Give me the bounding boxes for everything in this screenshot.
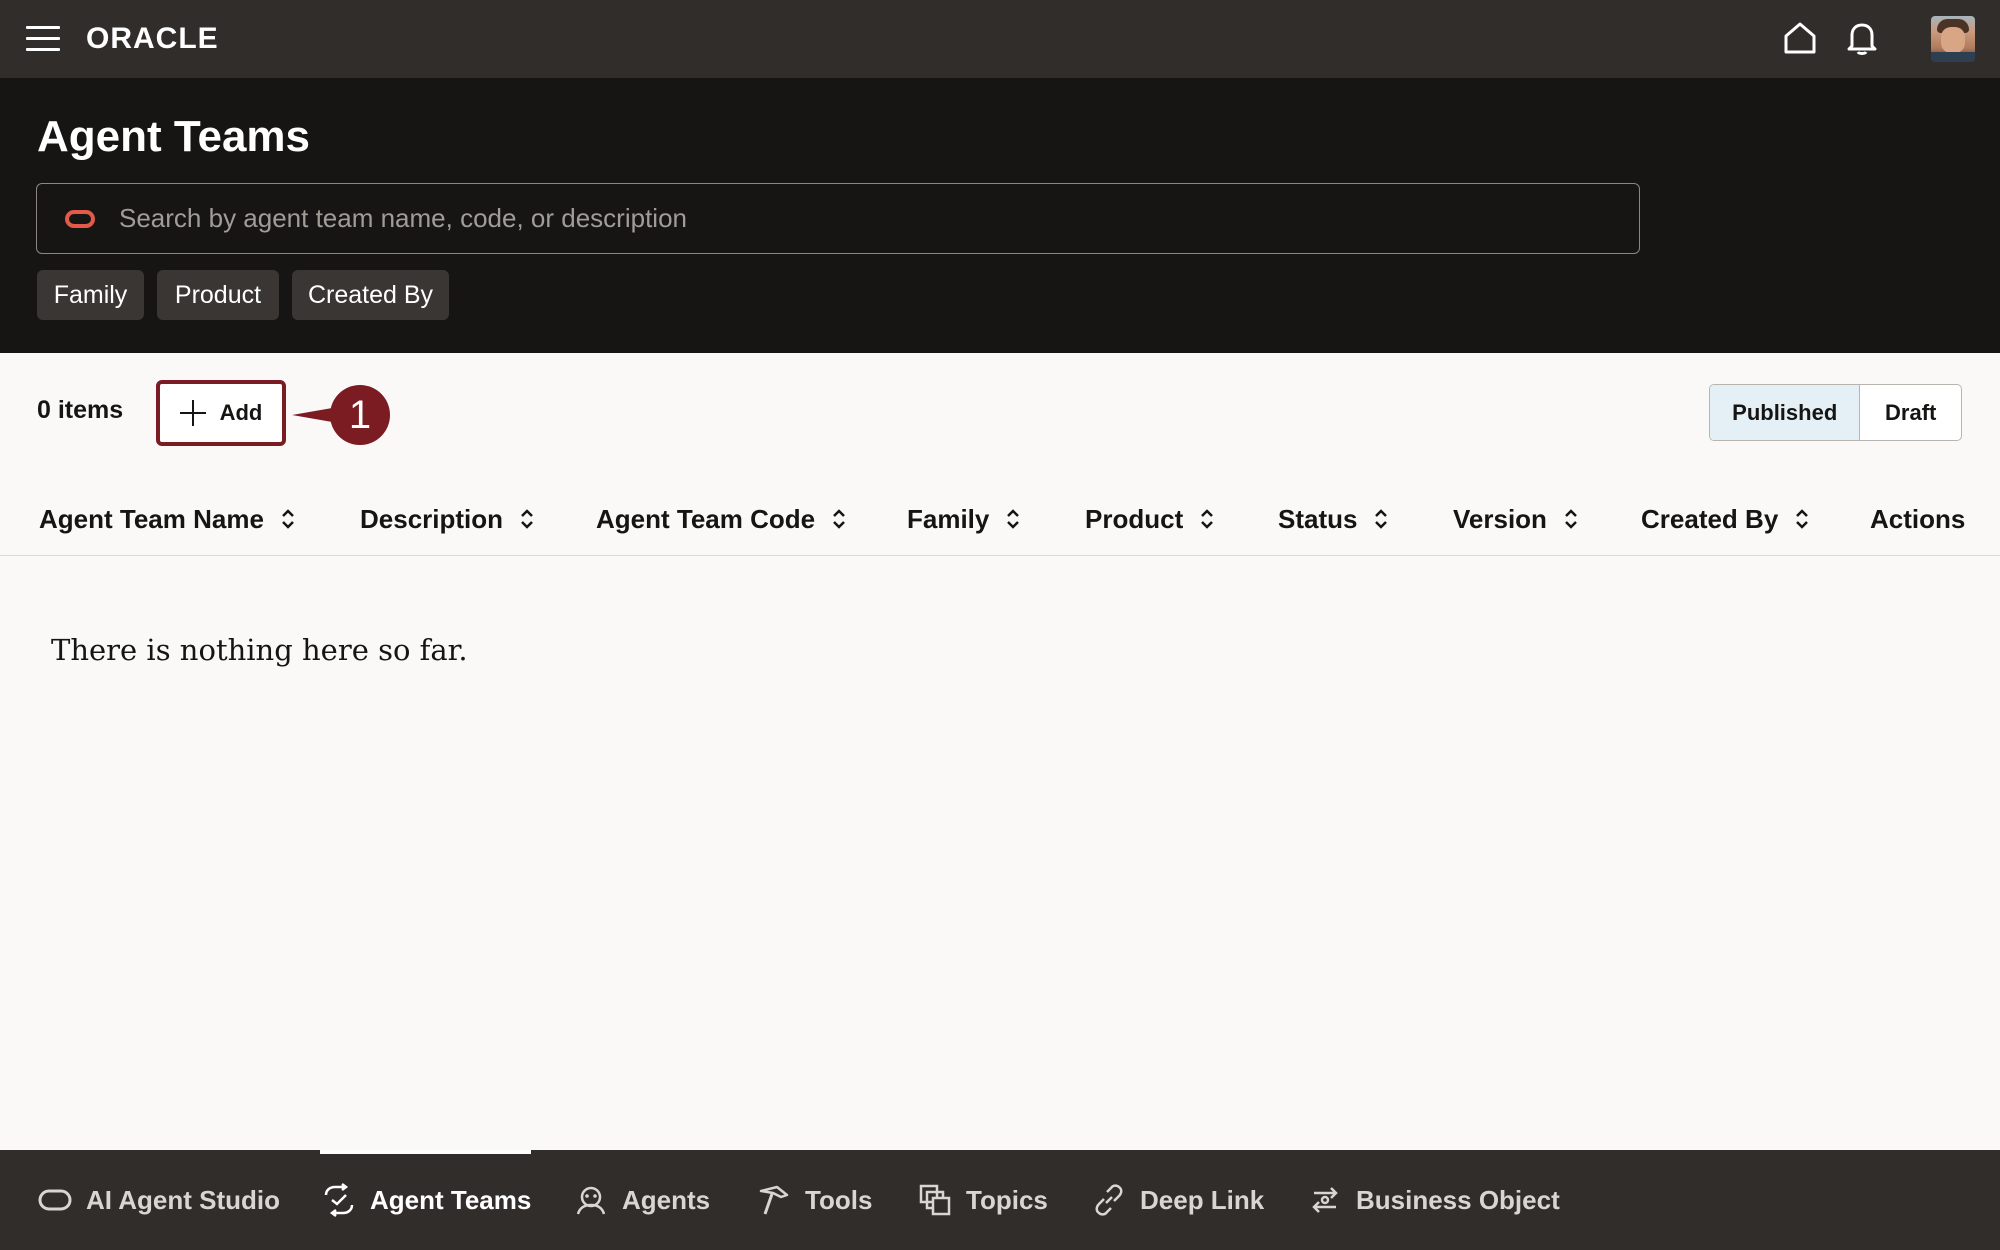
items-count: 0 items: [37, 396, 124, 424]
oracle-o-icon: [38, 1189, 72, 1211]
published-toggle-button[interactable]: Published: [1710, 385, 1861, 440]
hammer-icon: [759, 1185, 789, 1215]
sort-icon: [1007, 509, 1020, 529]
topics-icon: [919, 1184, 951, 1216]
nav-tools[interactable]: Tools: [757, 1150, 872, 1250]
home-icon[interactable]: [1780, 18, 1820, 58]
agent-icon: [576, 1186, 606, 1215]
column-product[interactable]: Product: [1085, 496, 1215, 542]
column-agent-team-code[interactable]: Agent Team Code: [596, 496, 847, 542]
search-input[interactable]: [119, 184, 1619, 253]
nav-topics[interactable]: Topics: [918, 1150, 1048, 1250]
plus-icon: [179, 400, 206, 426]
oracle-logo[interactable]: ORACLE: [86, 22, 219, 56]
sort-icon: [1201, 509, 1214, 529]
bell-icon[interactable]: [1842, 18, 1882, 58]
publish-state-toggle: Published Draft: [1709, 384, 1962, 441]
top-bar: ORACLE: [0, 0, 2000, 78]
nav-deep-link[interactable]: Deep Link: [1092, 1150, 1264, 1250]
column-agent-team-name[interactable]: Agent Team Name: [39, 496, 296, 542]
page-header: Agent Teams Family Product Created By: [0, 78, 2000, 353]
filter-created-by-chip[interactable]: Created By: [292, 270, 449, 320]
column-version[interactable]: Version: [1453, 496, 1579, 542]
bottom-navigation: AI Agent Studio Agent Teams Agents Tools…: [0, 1150, 2000, 1250]
link-icon: [1095, 1184, 1123, 1216]
oracle-search-icon: [65, 210, 95, 228]
sort-icon: [1796, 509, 1809, 529]
nav-business-object[interactable]: Business Object: [1308, 1150, 1560, 1250]
draft-toggle-button[interactable]: Draft: [1860, 385, 1961, 440]
filter-family-chip[interactable]: Family: [37, 270, 144, 320]
sort-icon: [521, 509, 533, 529]
agent-teams-icon: [324, 1183, 354, 1217]
nav-ai-agent-studio[interactable]: AI Agent Studio: [38, 1150, 280, 1250]
callout-number: 1: [348, 392, 372, 437]
add-button[interactable]: Add: [156, 380, 286, 446]
business-object-icon: [1312, 1187, 1338, 1213]
sort-icon: [833, 509, 845, 529]
filter-product-chip[interactable]: Product: [157, 270, 279, 320]
empty-state-message: There is nothing here so far.: [51, 633, 468, 667]
nav-agent-teams[interactable]: Agent Teams: [319, 1150, 532, 1250]
column-family[interactable]: Family: [907, 496, 1021, 542]
column-created-by[interactable]: Created By: [1641, 496, 1810, 542]
search-box[interactable]: [36, 183, 1640, 254]
nav-agents[interactable]: Agents: [574, 1150, 710, 1250]
hamburger-menu-icon[interactable]: [26, 26, 60, 52]
column-actions: Actions: [1870, 503, 1966, 534]
sort-icon: [1375, 509, 1388, 529]
column-status[interactable]: Status: [1278, 496, 1389, 542]
page-title: Agent Teams: [37, 112, 311, 161]
column-description[interactable]: Description: [360, 496, 535, 542]
sort-icon: [282, 509, 294, 529]
table-header-row: Agent Team Name Description Agent Team C…: [0, 486, 2000, 556]
user-avatar[interactable]: [1931, 16, 1975, 62]
sort-icon: [1565, 509, 1577, 529]
add-button-label: Add: [219, 400, 263, 425]
